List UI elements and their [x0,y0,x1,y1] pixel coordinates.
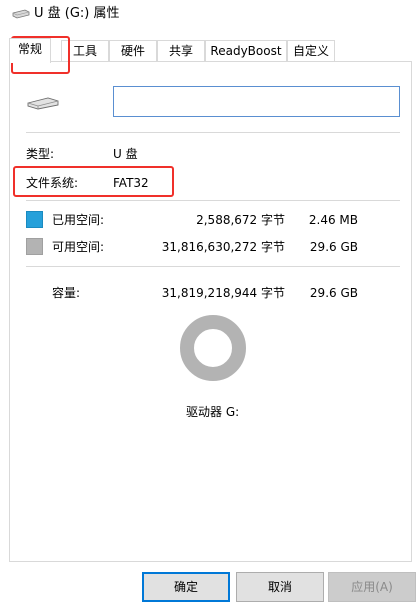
title-bar[interactable]: U 盘 (G:) 属性 [0,0,419,30]
tab-sharing[interactable]: 共享 [157,40,205,62]
type-label: 类型: [26,147,55,161]
used-space-label: 已用空间: [52,213,105,227]
highlight-box-filesystem [13,166,174,197]
tab-label: ReadyBoost [210,44,282,58]
apply-button[interactable]: 应用(A) [328,572,416,602]
usb-drive-icon [27,97,59,110]
used-space-swatch [26,211,43,228]
capacity-size: 29.6 GB [309,286,358,300]
tab-label: 工具 [72,44,97,58]
divider [26,266,400,267]
tab-hardware[interactable]: 硬件 [109,40,157,62]
free-space-size: 29.6 GB [309,240,358,254]
tab-label: 共享 [168,44,193,58]
type-value: U 盘 [113,147,138,161]
drive-letter-label: 驱动器 G: [186,405,240,419]
properties-window: U 盘 (G:) 属性 常规 工具 硬件 共享 ReadyBoost 自定义 类… [0,0,419,609]
usb-drive-icon [12,9,30,19]
tab-customize[interactable]: 自定义 [287,40,335,62]
free-space-bytes: 31,816,630,272 字节 [161,240,285,254]
used-space-size: 2.46 MB [308,213,358,227]
tab-readyboost[interactable]: ReadyBoost [205,40,287,62]
tab-panel-general [9,61,412,562]
capacity-label: 容量: [52,286,81,300]
ok-button[interactable]: 确定 [142,572,230,602]
tab-label: 常规 [17,42,42,56]
cancel-button[interactable]: 取消 [236,572,324,602]
free-space-label: 可用空间: [52,240,105,254]
free-space-swatch [26,238,43,255]
tab-label: 硬件 [120,44,145,58]
window-title: U 盘 (G:) 属性 [34,6,120,21]
used-space-bytes: 2,588,672 字节 [196,213,285,227]
tab-label: 自定义 [292,44,329,58]
free-space-ring [180,315,246,381]
divider [26,200,400,201]
divider [26,132,400,133]
tab-general[interactable]: 常规 [9,38,51,63]
capacity-bytes: 31,819,218,944 字节 [161,286,285,300]
volume-label-input[interactable] [113,86,400,117]
usage-donut-chart [180,315,246,381]
